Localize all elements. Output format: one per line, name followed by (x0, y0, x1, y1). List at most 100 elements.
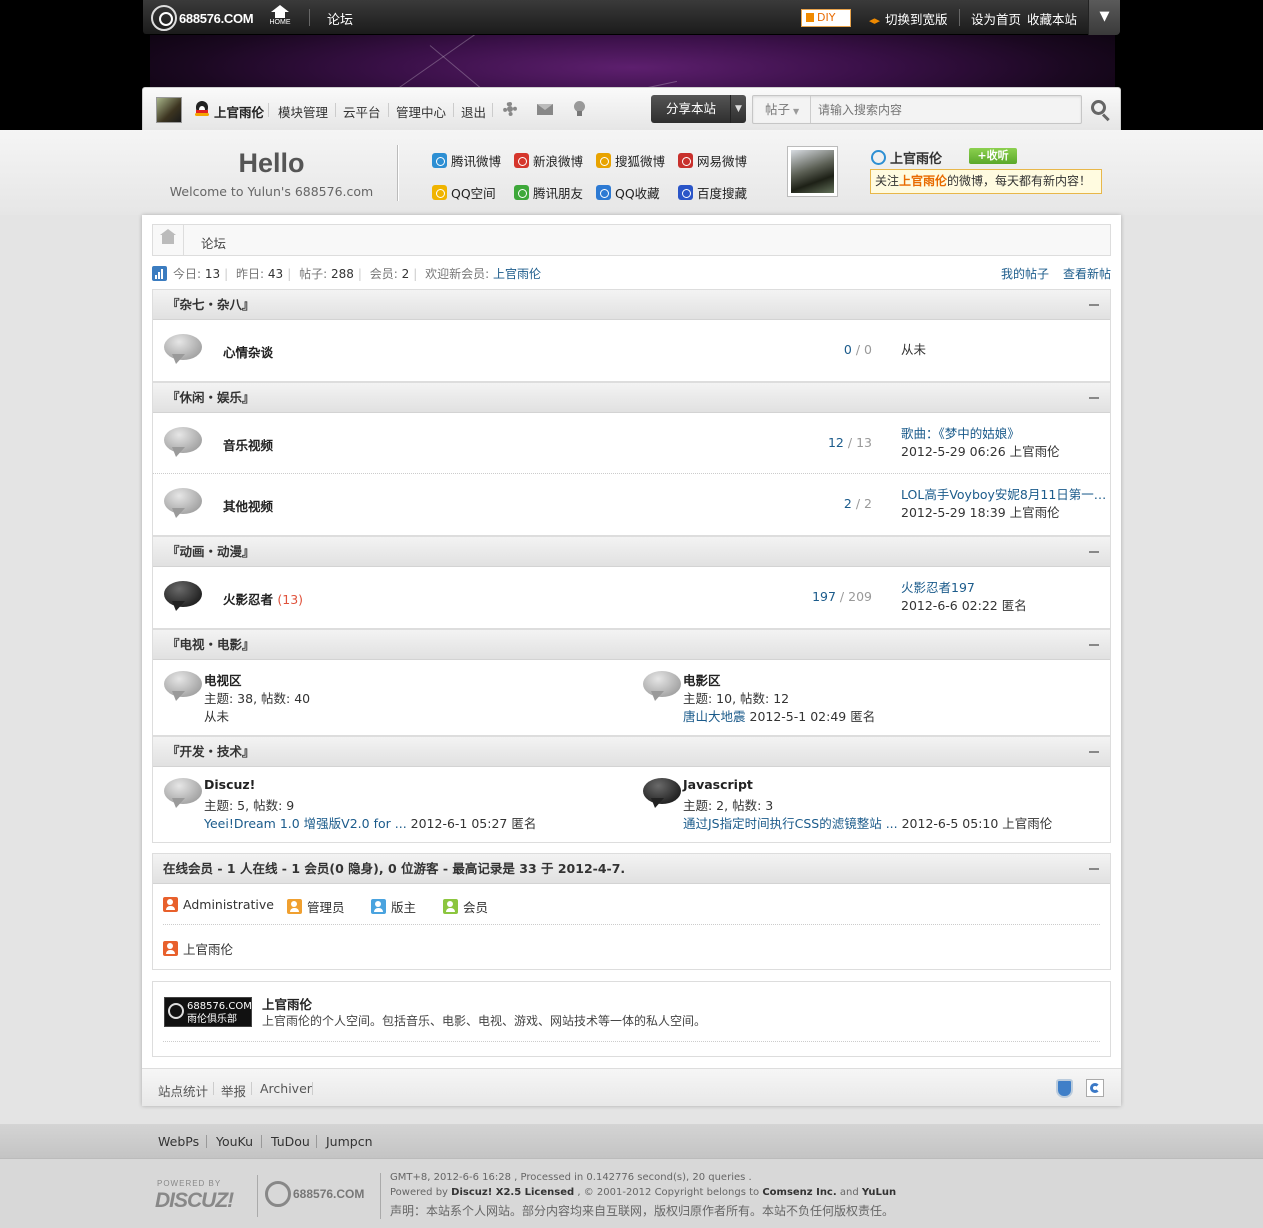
share-site-button[interactable]: 分享本站 ▼ (651, 95, 746, 123)
tencent-weibo-icon (432, 153, 447, 168)
forum-name[interactable]: 音乐视频 (223, 435, 273, 454)
collapse-icon[interactable] (1089, 868, 1099, 870)
share-qq-favorites[interactable]: QQ收藏 (596, 183, 660, 202)
last-post-link[interactable]: 通过JS指定时间执行CSS的滤镜整站 ... (683, 816, 898, 831)
search-type-select[interactable]: 帖子 ▼ (753, 96, 811, 123)
collapse-icon[interactable] (1089, 551, 1099, 553)
follow-button[interactable]: +收听 (969, 148, 1017, 164)
collapse-icon[interactable] (1089, 751, 1099, 753)
category-header[interactable]: 『开发・技术』 (153, 737, 1110, 767)
nav-forum-link[interactable]: 论坛 (327, 9, 353, 28)
today-posts: (13) (277, 592, 304, 607)
last-post-link[interactable]: 歌曲：《梦中的姑娘》 (901, 425, 1111, 443)
report-link[interactable]: 举报 (221, 1081, 246, 1100)
cnzz-stats-icon[interactable] (1086, 1079, 1104, 1097)
friend-link[interactable]: TuDou (271, 1134, 310, 1149)
posts-count: 288 (330, 267, 354, 281)
nav-divider (959, 9, 960, 26)
search-input[interactable] (813, 98, 1079, 121)
forum-counts: 2/2 (843, 496, 872, 511)
forum-grid: 电视区 主题: 38, 帖数: 40 从未 电影区 主题: 10, 帖数: 12… (153, 660, 1110, 735)
admin-center-link[interactable]: 管理中心 (396, 102, 446, 121)
search-icon[interactable] (1089, 98, 1113, 122)
online-user-link[interactable]: 上官雨伦 (163, 939, 233, 958)
home-button[interactable]: HOME (264, 2, 296, 32)
share-netease-weibo[interactable]: 网易微博 (678, 151, 747, 170)
weibo-name-label: 上官雨伦 (890, 152, 943, 167)
friend-links-bar: WebPs YouKu TuDou Jumpcn (0, 1124, 1263, 1158)
forum-name[interactable]: 电视区 (204, 670, 242, 689)
user-avatar[interactable] (156, 97, 182, 123)
lightbulb-icon[interactable] (570, 101, 588, 117)
weibo-username[interactable]: 上官雨伦 (871, 148, 942, 167)
shield-icon[interactable] (1056, 1079, 1073, 1098)
last-post-link[interactable]: 唐山大地震 (683, 709, 746, 724)
last-post-meta: 2012-6-6 02:22 匿名 (901, 598, 1027, 613)
share-sina-weibo[interactable]: 新浪微博 (514, 151, 583, 170)
forum-name[interactable]: 心情杂谈 (223, 342, 273, 361)
archiver-link[interactable]: Archiver (260, 1081, 312, 1096)
site-stats-link[interactable]: 站点统计 (158, 1081, 208, 1100)
site-info-logo[interactable]: 688576.COM 雨伦俱乐部 (164, 997, 252, 1027)
category-header[interactable]: 『休闲・娱乐』 (153, 383, 1110, 413)
online-header[interactable]: 在线会员 - 1 人在线 - 1 会员(0 隐身), 0 位游客 - 最高记录是… (153, 854, 1110, 884)
last-post-link[interactable]: LOL高手Voyboy安妮8月11日第一视角解说 (901, 486, 1111, 504)
new-member-link[interactable]: 上官雨伦 (493, 267, 541, 281)
username-link[interactable]: 上官雨伦 (214, 102, 264, 121)
friend-link[interactable]: Jumpcn (326, 1134, 373, 1149)
site-name[interactable]: 上官雨伦 (262, 994, 312, 1013)
category-header[interactable]: 『杂七・杂八』 (153, 290, 1110, 320)
forum-category: 『电视・电影』 电视区 主题: 38, 帖数: 40 从未 电影区 主题: 10… (152, 629, 1111, 736)
switch-wide-link[interactable]: ◂▸ 切换到宽版 (869, 9, 948, 28)
share-tencent-friends[interactable]: 腾讯朋友 (514, 183, 583, 202)
forum-name[interactable]: 火影忍者 (13) (223, 589, 303, 608)
cloud-platform-link[interactable]: 云平台 (343, 102, 381, 121)
discuz-license-link[interactable]: Discuz! X2.5 Licensed (451, 1187, 574, 1198)
my-posts-link[interactable]: 我的帖子 (1001, 265, 1049, 282)
share-label: 新浪微博 (533, 154, 584, 169)
share-sohu-weibo[interactable]: 搜狐微博 (596, 151, 665, 170)
forum-name[interactable]: Discuz! (204, 777, 255, 792)
divider (257, 1175, 258, 1217)
breadcrumb-forum[interactable]: 论坛 (201, 233, 226, 252)
category-header[interactable]: 『动画・动漫』 (153, 537, 1110, 567)
module-manage-link[interactable]: 模块管理 (278, 102, 328, 121)
weibo-avatar[interactable] (787, 146, 838, 197)
footer-logo[interactable]: 688576.COM (265, 1181, 364, 1207)
powered-by-label: POWERED BY (157, 1179, 222, 1188)
expand-menu-button[interactable]: ▼ (1088, 0, 1120, 35)
collapse-icon[interactable] (1089, 397, 1099, 399)
forum-name-text: 其他视频 (223, 499, 274, 514)
site-info: 688576.COM 雨伦俱乐部 上官雨伦 上官雨伦的个人空间。包括音乐、电影、电… (152, 981, 1111, 1057)
friend-link[interactable]: WebPs (158, 1134, 199, 1149)
favorite-site-link[interactable]: 收藏本站 (1027, 9, 1077, 28)
view-new-posts-link[interactable]: 查看新帖 (1063, 265, 1111, 282)
logout-link[interactable]: 退出 (461, 102, 486, 121)
yulun-link[interactable]: YuLun (862, 1187, 896, 1198)
divider (492, 103, 493, 117)
main-content: 论坛 今日: 13 | 昨日: 43 | 帖子: 288 | 会员: 2 | 欢迎新会员… (142, 215, 1121, 1106)
forum-name[interactable]: 电影区 (683, 670, 721, 689)
share-tencent-weibo[interactable]: 腾讯微博 (432, 151, 501, 170)
discuz-logo[interactable]: DISCUZ! (155, 1189, 234, 1213)
share-qzone[interactable]: QQ空间 (432, 183, 496, 202)
set-home-link[interactable]: 设为首页 (971, 9, 1021, 28)
last-post-link[interactable]: Yeei!Dream 1.0 增强版V2.0 for ... (204, 816, 407, 831)
comsenz-link[interactable]: Comsenz Inc. (762, 1187, 836, 1198)
collapse-icon[interactable] (1089, 644, 1099, 646)
forum-name[interactable]: Javascript (683, 777, 753, 792)
last-post: 火影忍者197 2012-6-6 02:22 匿名 (901, 579, 1111, 615)
site-logo[interactable]: 688576.COM (151, 3, 254, 33)
collapse-icon[interactable] (1089, 304, 1099, 306)
mail-icon[interactable] (536, 101, 554, 117)
forum-stats: 今日: 13 | 昨日: 43 | 帖子: 288 | 会员: 2 | 欢迎新会员: 上… (152, 265, 1111, 283)
last-post-link[interactable]: 火影忍者197 (901, 579, 1111, 597)
category-header[interactable]: 『电视・电影』 (153, 630, 1110, 660)
gear-icon[interactable] (501, 101, 519, 117)
forum-name[interactable]: 其他视频 (223, 496, 273, 515)
friend-link[interactable]: YouKu (216, 1134, 253, 1149)
breadcrumb-home[interactable] (153, 225, 184, 255)
forum-bubble-icon (643, 671, 681, 703)
diy-button[interactable]: DIY (801, 9, 851, 27)
share-baidu-favorites[interactable]: 百度搜藏 (678, 183, 747, 202)
